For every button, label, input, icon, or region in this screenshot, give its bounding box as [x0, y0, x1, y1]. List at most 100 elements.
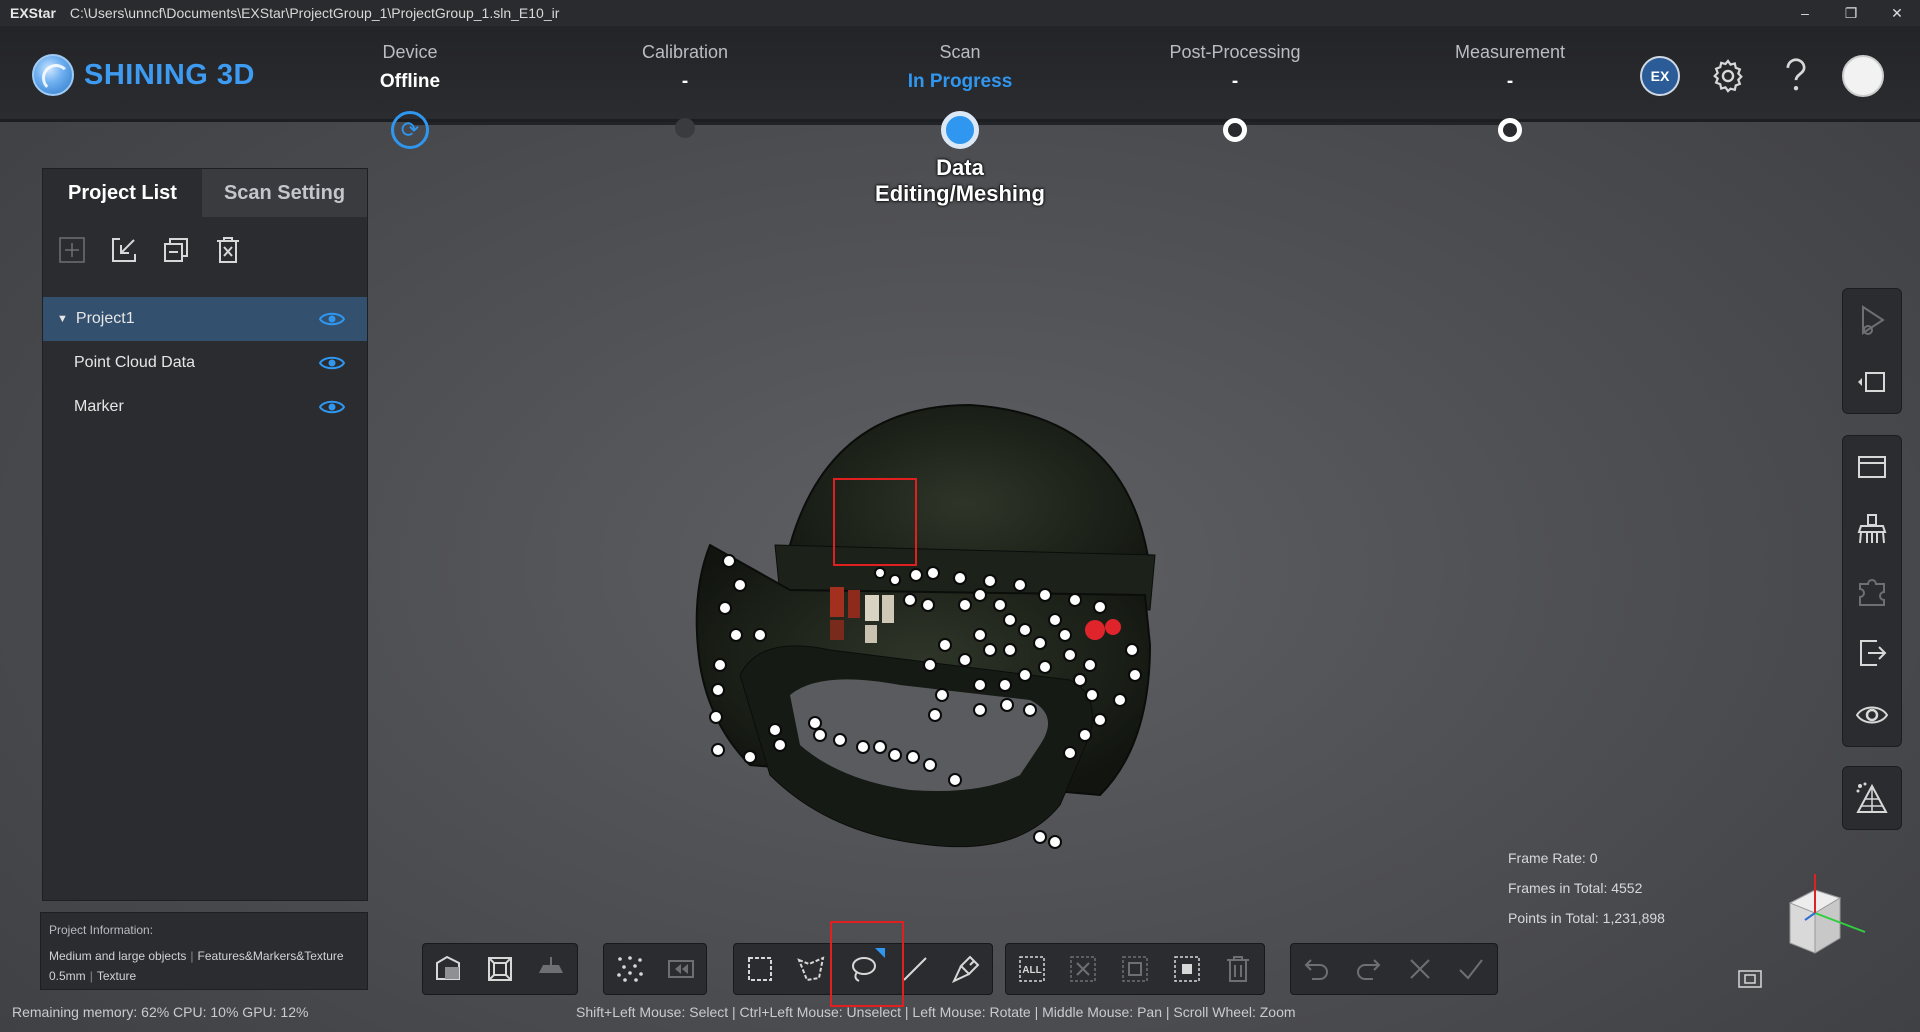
- project-information: Project Information: Medium and large ob…: [40, 912, 368, 990]
- frames-total: Frames in Total: 4552: [1508, 880, 1643, 896]
- step-scan[interactable]: Scan In Progress: [850, 42, 1070, 149]
- panel-tabs: Project List Scan Setting: [43, 169, 367, 217]
- status-bar: Remaining memory: 62% CPU: 10% GPU: 12%: [12, 1004, 309, 1020]
- window-icon[interactable]: [1843, 436, 1901, 498]
- fit-view-icon[interactable]: [1738, 970, 1762, 993]
- logo-text: SHINING 3D: [84, 58, 255, 91]
- add-icon[interactable]: [57, 235, 87, 265]
- box-view-icon[interactable]: [1843, 351, 1901, 413]
- step-value: Offline: [379, 71, 441, 92]
- minimize-button[interactable]: –: [1782, 0, 1828, 26]
- export-icon[interactable]: [1843, 622, 1901, 684]
- mouse-hint: Shift+Left Mouse: Select | Ctrl+Left Mou…: [576, 1004, 1296, 1020]
- point-cloud-icon[interactable]: [604, 944, 655, 994]
- orthographic-icon[interactable]: [474, 944, 525, 994]
- info-resolution: 0.5mm: [49, 969, 86, 983]
- view-cube[interactable]: [1770, 868, 1890, 968]
- perspective-icon[interactable]: [423, 944, 474, 994]
- info-mode: Texture: [96, 969, 137, 983]
- model-icon[interactable]: EX: [1638, 54, 1682, 98]
- step-post-processing[interactable]: Post-Processing -: [1125, 42, 1345, 142]
- step-label: Post-Processing: [1169, 42, 1301, 62]
- ex-badge: EX: [1640, 56, 1680, 96]
- brush-icon[interactable]: [1843, 498, 1901, 560]
- step-value: -: [681, 71, 689, 92]
- copy-icon[interactable]: [161, 235, 191, 265]
- step-device[interactable]: Device Offline ⟳: [300, 42, 520, 149]
- restore-button[interactable]: ❐: [1828, 0, 1874, 26]
- mesh-tools-group: [1842, 766, 1902, 830]
- view-mode-group: [422, 943, 578, 995]
- eye-icon[interactable]: [318, 310, 346, 333]
- eye-icon[interactable]: [318, 354, 346, 377]
- import-icon[interactable]: [109, 235, 139, 265]
- step-label: Calibration: [641, 42, 729, 62]
- info-alignment: Features&Markers&Texture: [197, 949, 344, 963]
- project-panel: Project List Scan Setting ▼ Project1 Poi…: [42, 168, 368, 901]
- points-total: Points in Total: 1,231,898: [1508, 910, 1665, 926]
- help-icon[interactable]: [1774, 54, 1818, 98]
- logo-icon: [32, 54, 74, 96]
- delete-selection-icon[interactable]: [1212, 944, 1264, 994]
- apply-icon[interactable]: [1446, 944, 1498, 994]
- window-controls: – ❐ ✕: [1782, 0, 1920, 26]
- cancel-icon[interactable]: [1394, 944, 1446, 994]
- mesh-icon[interactable]: [1843, 767, 1901, 829]
- avatar[interactable]: [1842, 55, 1884, 97]
- highlight-box-lasso: [830, 921, 904, 1007]
- info-title: Project Information:: [49, 923, 154, 937]
- select-all-label: ALL: [1022, 965, 1041, 976]
- redo-icon[interactable]: [1343, 944, 1395, 994]
- sub-step-title: Data Editing/Meshing: [875, 155, 1045, 206]
- gear-icon[interactable]: [1706, 54, 1750, 98]
- history-tools-group: [1290, 943, 1498, 995]
- app-name: EXStar: [10, 5, 56, 21]
- header-icons: EX: [1638, 54, 1884, 98]
- eye-icon[interactable]: [1843, 684, 1901, 746]
- info-object-size: Medium and large objects: [49, 949, 187, 963]
- connected-select-icon[interactable]: [1161, 944, 1213, 994]
- step-dot: [1223, 118, 1247, 142]
- rect-select-icon[interactable]: [734, 944, 786, 994]
- tree-item-point-cloud[interactable]: Point Cloud Data: [43, 341, 367, 385]
- title-bar: EXStar C:\Users\unncf\Documents\EXStar\P…: [0, 0, 1920, 26]
- step-label: Scan: [939, 42, 981, 62]
- close-button[interactable]: ✕: [1874, 0, 1920, 26]
- step-label: Measurement: [1454, 42, 1566, 62]
- highlight-box-model: [833, 478, 917, 566]
- invert-select-icon[interactable]: [1109, 944, 1161, 994]
- step-dot: [675, 118, 695, 138]
- rewind-icon[interactable]: [655, 944, 706, 994]
- tab-scan-setting[interactable]: Scan Setting: [202, 169, 367, 217]
- select-all-button[interactable]: ALL: [1006, 944, 1058, 994]
- eye-icon[interactable]: [318, 398, 346, 421]
- sync-icon[interactable]: ⟳: [391, 111, 429, 149]
- logo: SHINING 3D: [32, 54, 255, 96]
- project-toolbar: [43, 217, 367, 297]
- step-dot-active: [941, 111, 979, 149]
- step-calibration[interactable]: Calibration -: [575, 42, 795, 138]
- tree-item-label: Marker: [74, 398, 124, 415]
- puzzle-icon[interactable]: [1843, 560, 1901, 622]
- step-value: -: [1231, 71, 1239, 92]
- plane-icon[interactable]: [526, 944, 577, 994]
- brush-select-icon[interactable]: [940, 944, 992, 994]
- unselect-icon[interactable]: [1058, 944, 1110, 994]
- frame-rate: Frame Rate: 0: [1508, 850, 1598, 866]
- header: SHINING 3D Device Offline ⟳ Calibration …: [0, 26, 1920, 149]
- undo-icon[interactable]: [1291, 944, 1343, 994]
- step-value: -: [1506, 71, 1514, 92]
- step-label: Device: [382, 42, 438, 62]
- step-measurement[interactable]: Measurement -: [1400, 42, 1620, 142]
- delete-icon[interactable]: [213, 235, 243, 265]
- view-tools-group: [1842, 288, 1902, 414]
- project-tree: ▼ Project1 Point Cloud Data Marker: [43, 297, 367, 429]
- tree-item-project1[interactable]: ▼ Project1: [43, 297, 367, 341]
- tree-item-marker[interactable]: Marker: [43, 385, 367, 429]
- tab-project-list[interactable]: Project List: [43, 169, 203, 217]
- pointer-icon[interactable]: [1843, 289, 1901, 351]
- caret-down-icon[interactable]: ▼: [57, 313, 68, 325]
- scan-model-viewport[interactable]: [680, 395, 1180, 865]
- step-dot: [1498, 118, 1522, 142]
- scan-stats: Frame Rate: 0 Frames in Total: 4552 Poin…: [1508, 843, 1665, 933]
